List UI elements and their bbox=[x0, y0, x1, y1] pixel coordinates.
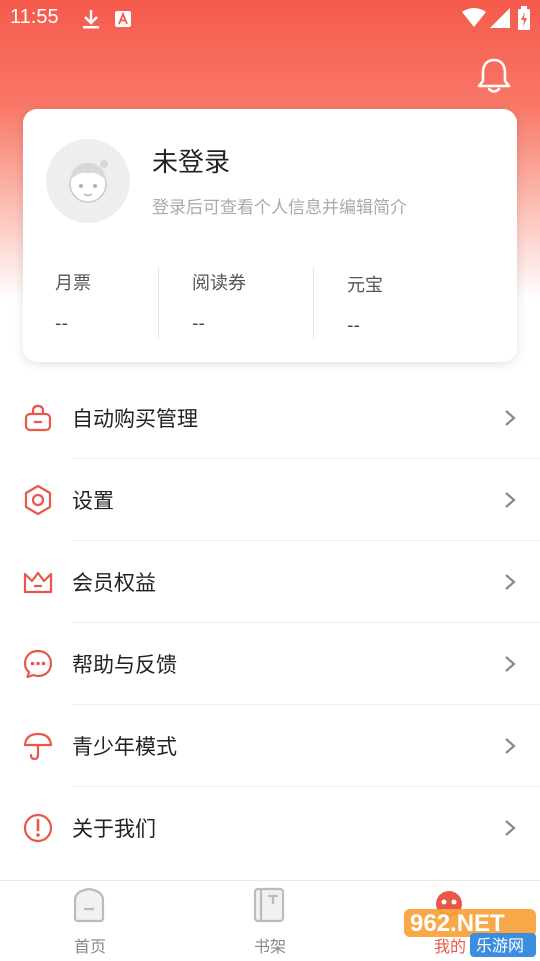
stat-value: -- bbox=[347, 315, 360, 336]
info-icon bbox=[23, 813, 53, 843]
status-time: 11:55 bbox=[10, 6, 59, 28]
menu-item-label: 设置 bbox=[72, 489, 114, 513]
stat-label: 阅读券 bbox=[192, 273, 246, 294]
menu-item-label: 青少年模式 bbox=[72, 735, 177, 759]
bag-icon bbox=[24, 404, 52, 432]
svg-text:乐游网: 乐游网 bbox=[476, 936, 524, 955]
wifi-icon bbox=[462, 8, 486, 27]
chevron-right-icon bbox=[505, 492, 516, 508]
menu-item-teen-mode[interactable]: 青少年模式 bbox=[0, 705, 540, 787]
bookshelf-icon bbox=[253, 887, 285, 923]
stat-value: -- bbox=[192, 313, 205, 334]
stat-gold-ingot[interactable]: 元宝 -- bbox=[347, 271, 487, 336]
settings-menu: 自动购买管理 设置 会员权益 帮助与反馈 青少年模式 关于我们 bbox=[0, 377, 540, 869]
menu-item-label: 自动购买管理 bbox=[72, 407, 198, 431]
notification-bell-icon[interactable] bbox=[474, 56, 514, 96]
stat-label: 元宝 bbox=[347, 275, 383, 296]
stat-value: -- bbox=[55, 313, 68, 334]
chevron-right-icon bbox=[505, 656, 516, 672]
download-icon bbox=[83, 10, 99, 29]
menu-item-about-us[interactable]: 关于我们 bbox=[0, 787, 540, 869]
status-bar: 11:55 bbox=[0, 0, 540, 36]
svg-text:962.NET: 962.NET bbox=[410, 910, 505, 937]
menu-item-label: 会员权益 bbox=[72, 571, 156, 595]
menu-item-help-feedback[interactable]: 帮助与反馈 bbox=[0, 623, 540, 705]
chevron-right-icon bbox=[505, 410, 516, 426]
avatar[interactable] bbox=[46, 139, 130, 223]
menu-item-auto-purchase[interactable]: 自动购买管理 bbox=[0, 377, 540, 459]
chevron-right-icon bbox=[505, 574, 516, 590]
menu-item-label: 关于我们 bbox=[72, 817, 156, 841]
menu-item-label: 帮助与反馈 bbox=[72, 653, 177, 677]
tab-label: 书架 bbox=[253, 937, 286, 956]
profile-card[interactable]: 未登录 登录后可查看个人信息并编辑简介 月票 -- 阅读券 -- 元宝 -- bbox=[23, 109, 517, 362]
app-notification-icon bbox=[115, 11, 131, 27]
tab-label: 首页 bbox=[73, 937, 106, 956]
home-icon bbox=[73, 887, 105, 923]
tab-bookshelf[interactable]: 书架 bbox=[180, 881, 360, 961]
menu-item-settings[interactable]: 设置 bbox=[0, 459, 540, 541]
login-hint: 登录后可查看个人信息并编辑简介 bbox=[152, 198, 407, 218]
umbrella-icon bbox=[23, 732, 53, 761]
stat-divider bbox=[313, 267, 314, 339]
chat-bubble-icon bbox=[23, 649, 53, 679]
stat-monthly-ticket[interactable]: 月票 -- bbox=[55, 269, 195, 334]
signal-icon bbox=[490, 8, 510, 28]
menu-item-membership[interactable]: 会员权益 bbox=[0, 541, 540, 623]
avatar-placeholder-icon bbox=[69, 160, 108, 203]
stat-reading-coupon[interactable]: 阅读券 -- bbox=[192, 269, 332, 334]
stat-label: 月票 bbox=[55, 273, 91, 294]
battery-charging-icon bbox=[518, 6, 530, 30]
site-watermark-logo: 962.NET 乐游网 bbox=[404, 909, 536, 957]
stat-divider bbox=[158, 267, 159, 339]
chevron-right-icon bbox=[505, 820, 516, 836]
chevron-right-icon bbox=[505, 738, 516, 754]
hexagon-settings-icon bbox=[24, 484, 52, 516]
crown-icon bbox=[23, 571, 53, 594]
username[interactable]: 未登录 bbox=[152, 142, 230, 179]
tab-home[interactable]: 首页 bbox=[0, 881, 180, 961]
